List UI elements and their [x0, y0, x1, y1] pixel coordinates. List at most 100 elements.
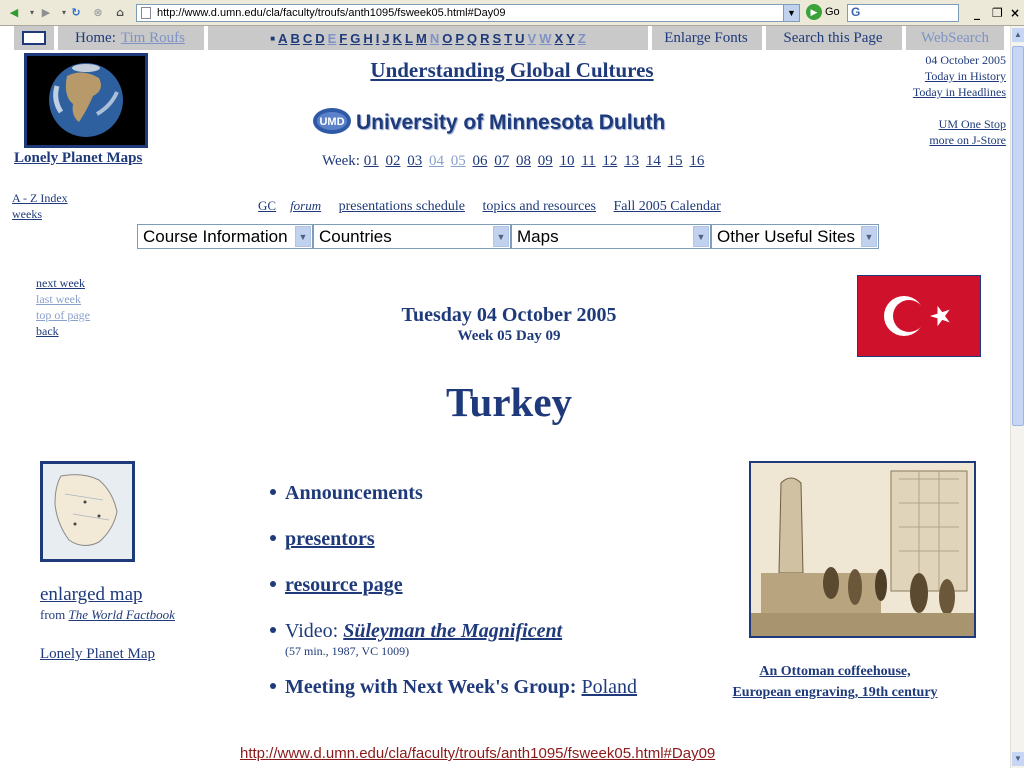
- az-letter-link[interactable]: U: [515, 31, 524, 46]
- today-in-history-link[interactable]: Today in History: [913, 68, 1006, 84]
- restore-icon[interactable]: ❐: [992, 6, 1003, 20]
- week-link[interactable]: 09: [538, 153, 553, 169]
- today-in-headlines-link[interactable]: Today in Headlines: [913, 84, 1006, 100]
- earth-image[interactable]: [24, 53, 148, 148]
- az-letter-link[interactable]: H: [363, 31, 372, 46]
- stop-icon[interactable]: ⊗: [90, 5, 106, 21]
- week-link[interactable]: 07: [494, 153, 509, 169]
- week-link[interactable]: 12: [602, 153, 617, 169]
- scroll-down-icon[interactable]: ▼: [1012, 752, 1024, 766]
- forward-arrow-icon[interactable]: ▶: [38, 5, 54, 21]
- az-letter-link[interactable]: Q: [467, 31, 477, 46]
- lonely-planet-map-link[interactable]: Lonely Planet Map: [40, 646, 155, 663]
- enlarged-map-link[interactable]: enlarged map: [40, 584, 143, 606]
- back-arrow-icon[interactable]: ◀: [6, 5, 22, 21]
- weeks-link[interactable]: weeks: [12, 206, 68, 222]
- topics-resources-link[interactable]: topics and resources: [482, 199, 596, 214]
- address-bar-input[interactable]: http://www.d.umn.edu/cla/faculty/troufs/…: [136, 4, 800, 22]
- week-link[interactable]: 10: [559, 153, 574, 169]
- az-letter-link[interactable]: N: [430, 31, 439, 46]
- refresh-icon[interactable]: ↻: [68, 5, 84, 21]
- week-link[interactable]: 08: [516, 153, 531, 169]
- week-link[interactable]: 13: [624, 153, 639, 169]
- enlarge-fonts-link[interactable]: Enlarge Fonts: [652, 26, 760, 50]
- az-letter-link[interactable]: M: [416, 31, 427, 46]
- az-letter-link[interactable]: I: [376, 31, 380, 46]
- az-letter-link[interactable]: P: [455, 31, 464, 46]
- resource-page-link[interactable]: resource page: [285, 574, 403, 596]
- chevron-down-icon[interactable]: ▼: [693, 226, 709, 247]
- maps-select[interactable]: Maps ▼: [511, 224, 711, 249]
- week-link[interactable]: 16: [689, 153, 704, 169]
- fall-calendar-link[interactable]: Fall 2005 Calendar: [614, 199, 721, 214]
- home-link[interactable]: Tim Roufs: [121, 30, 185, 47]
- az-letter-link[interactable]: E: [328, 31, 337, 46]
- chevron-down-icon[interactable]: ▼: [493, 226, 509, 247]
- az-letter-link[interactable]: D: [315, 31, 324, 46]
- az-letter-link[interactable]: A: [278, 31, 287, 46]
- week-link[interactable]: 15: [668, 153, 683, 169]
- az-letter-link[interactable]: T: [504, 31, 512, 46]
- az-letter-link[interactable]: L: [405, 31, 413, 46]
- lonely-planet-maps-link[interactable]: Lonely Planet Maps: [14, 150, 142, 167]
- world-factbook-link[interactable]: The World Factbook: [69, 607, 175, 622]
- az-letter-link[interactable]: Z: [578, 31, 586, 46]
- az-letter-link[interactable]: Y: [566, 31, 575, 46]
- week-link[interactable]: 14: [646, 153, 661, 169]
- az-letter-link[interactable]: S: [493, 31, 502, 46]
- other-sites-select[interactable]: Other Useful Sites ▼: [711, 224, 879, 249]
- poland-link[interactable]: Poland: [581, 676, 637, 698]
- top-of-page-link[interactable]: top of page: [36, 307, 90, 323]
- az-letter-link[interactable]: G: [350, 31, 360, 46]
- engraving-caption-link[interactable]: An Ottoman coffeehouse, European engravi…: [700, 661, 970, 703]
- gc-forum-link[interactable]: GC forum: [258, 198, 321, 213]
- chevron-down-icon[interactable]: ▼: [861, 226, 877, 247]
- az-letter-link[interactable]: J: [382, 31, 389, 46]
- az-letter-link[interactable]: C: [303, 31, 312, 46]
- az-letter-link[interactable]: W: [539, 31, 551, 46]
- az-letter-link[interactable]: K: [393, 31, 402, 46]
- scroll-thumb[interactable]: [1012, 46, 1024, 426]
- um-one-stop-link[interactable]: UM One Stop: [913, 116, 1006, 132]
- video-title-link[interactable]: Süleyman the Magnificent: [343, 620, 562, 642]
- presentations-schedule-link[interactable]: presentations schedule: [339, 199, 465, 214]
- course-information-select[interactable]: Course Information ▼: [137, 224, 313, 249]
- close-icon[interactable]: ×: [1010, 6, 1020, 20]
- back-link[interactable]: back: [36, 323, 90, 339]
- scroll-up-icon[interactable]: ▲: [1012, 28, 1024, 42]
- week-link[interactable]: 05: [451, 153, 466, 169]
- az-letter-link[interactable]: R: [480, 31, 489, 46]
- week-link[interactable]: 01: [364, 153, 379, 169]
- keyboard-icon[interactable]: [14, 26, 54, 50]
- page-title[interactable]: Understanding Global Cultures: [300, 58, 724, 83]
- week-link[interactable]: 04: [429, 153, 444, 169]
- az-letter-link[interactable]: B: [290, 31, 299, 46]
- browser-search-input[interactable]: G: [847, 4, 959, 22]
- week-link[interactable]: 02: [385, 153, 400, 169]
- presentors-link[interactable]: presentors: [285, 528, 375, 550]
- az-letter-link[interactable]: V: [528, 31, 537, 46]
- vertical-scrollbar[interactable]: ▲ ▼: [1010, 26, 1024, 768]
- address-dropdown-icon[interactable]: ▼: [783, 5, 799, 21]
- az-letter-link[interactable]: X: [554, 31, 563, 46]
- websearch-link[interactable]: WebSearch: [906, 26, 1004, 50]
- az-index-link[interactable]: A - Z Index: [12, 190, 68, 206]
- countries-select[interactable]: Countries ▼: [313, 224, 511, 249]
- az-letter-link[interactable]: F: [339, 31, 347, 46]
- az-letter-link[interactable]: O: [442, 31, 452, 46]
- minimize-icon[interactable]: _: [974, 6, 980, 20]
- jstore-link[interactable]: more on J-Store: [913, 132, 1006, 148]
- last-week-link[interactable]: last week: [36, 291, 90, 307]
- search-page-link[interactable]: Search this Page: [766, 26, 900, 50]
- week-link[interactable]: 11: [581, 153, 595, 169]
- next-week-link[interactable]: next week: [36, 275, 90, 291]
- ottoman-coffeehouse-image[interactable]: [749, 461, 976, 638]
- bullet-icon: [270, 581, 276, 587]
- chevron-down-icon[interactable]: ▼: [295, 226, 311, 247]
- week-link[interactable]: 06: [472, 153, 487, 169]
- go-button[interactable]: Go: [825, 6, 840, 18]
- go-arrow-icon[interactable]: ▶: [806, 4, 822, 20]
- week-link[interactable]: 03: [407, 153, 422, 169]
- country-map-thumbnail[interactable]: [40, 461, 135, 562]
- home-icon[interactable]: ⌂: [112, 5, 128, 21]
